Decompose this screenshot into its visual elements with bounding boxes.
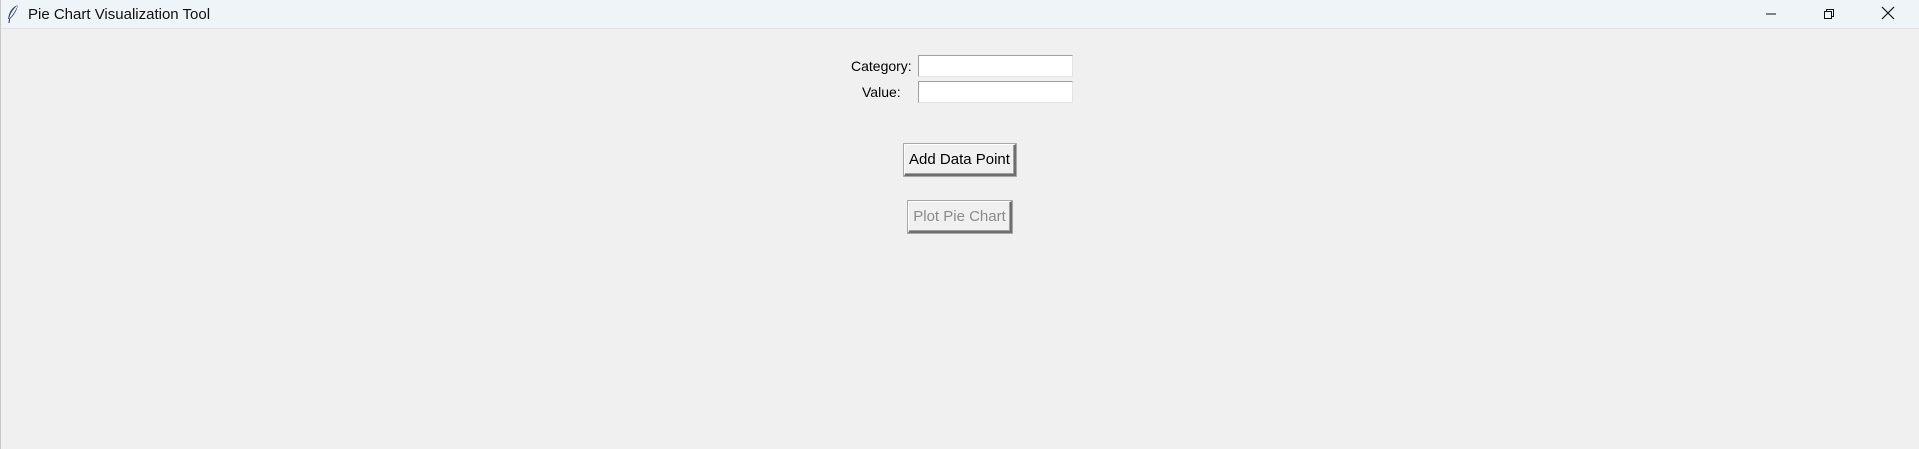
category-label: Category: (851, 58, 912, 74)
add-data-point-button[interactable]: Add Data Point (904, 144, 1016, 176)
close-button[interactable] (1859, 0, 1917, 29)
value-label: Value: (862, 84, 901, 100)
feather-icon (6, 4, 20, 24)
maximize-button[interactable] (1800, 0, 1858, 29)
window-title: Pie Chart Visualization Tool (28, 6, 211, 23)
value-input[interactable] (918, 81, 1073, 103)
app-window: Pie Chart Visualization Tool Category: V… (0, 0, 1919, 449)
category-input[interactable] (918, 55, 1073, 77)
close-icon (1881, 5, 1895, 24)
minimize-icon (1765, 5, 1777, 24)
minimize-button[interactable] (1742, 0, 1800, 29)
restore-icon (1823, 5, 1835, 24)
plot-pie-chart-button[interactable]: Plot Pie Chart (908, 201, 1012, 233)
title-bar[interactable]: Pie Chart Visualization Tool (1, 0, 1919, 29)
